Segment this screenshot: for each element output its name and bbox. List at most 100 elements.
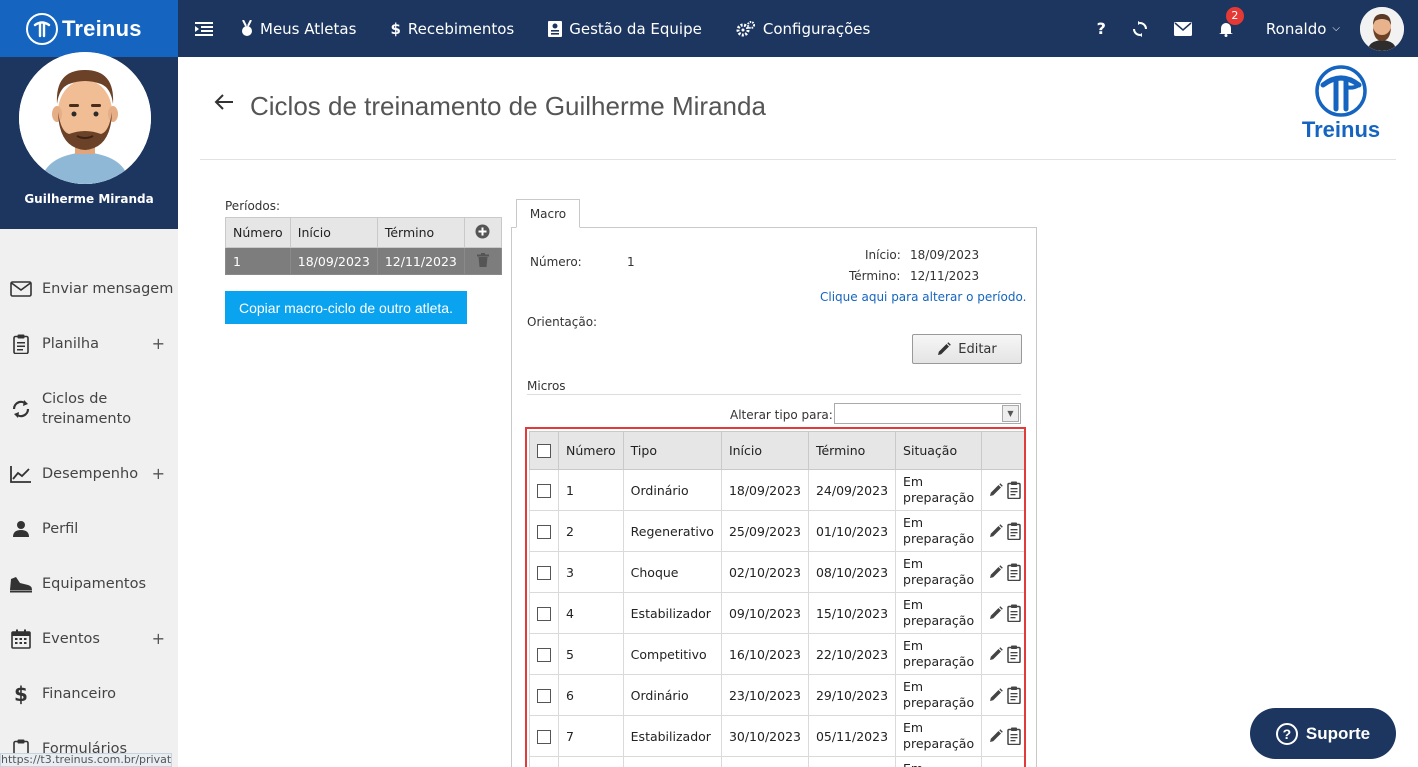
row-checkbox[interactable]: [537, 483, 551, 498]
cell-numero: 3: [558, 551, 624, 593]
cell-situacao: Em preparação: [895, 674, 983, 716]
termino-value: 12/11/2023: [910, 269, 980, 283]
copy-macro-button[interactable]: Copiar macro-ciclo de outro atleta.: [225, 291, 467, 324]
expand-plus-icon[interactable]: +: [152, 629, 165, 648]
table-row[interactable]: 1 Ordinário 18/09/2023 24/09/2023 Em prep…: [529, 469, 1024, 511]
nav-configuracoes[interactable]: Configurações: [736, 0, 870, 57]
pencil-icon[interactable]: [989, 647, 1003, 661]
change-period-link[interactable]: Clique aqui para alterar o período.: [820, 290, 1026, 304]
nav-meus-atletas[interactable]: Meus Atletas: [241, 0, 356, 57]
clipboard-icon[interactable]: [1007, 563, 1021, 581]
treinus-logo-icon: [26, 12, 58, 45]
cell-tipo: Competitivo: [622, 633, 722, 675]
select-all-checkbox[interactable]: [537, 444, 551, 459]
cell-termino: 29/10/2023: [807, 674, 897, 716]
cell-termino: 01/10/2023: [807, 510, 897, 552]
pencil-icon[interactable]: [989, 606, 1003, 620]
sidebar-item-label: Ciclos de treinamento: [42, 390, 132, 427]
clipboard-icon[interactable]: [1007, 686, 1021, 704]
delete-period-button[interactable]: [463, 247, 503, 275]
clipboard-icon[interactable]: [1007, 645, 1021, 663]
table-row[interactable]: 7 Estabilizador 30/10/2023 05/11/2023 Em…: [529, 715, 1024, 757]
row-checkbox[interactable]: [537, 606, 551, 621]
cell-tipo: Estabilizador: [622, 715, 722, 757]
period-row[interactable]: 1 18/09/2023 12/11/2023: [225, 247, 503, 275]
cell-termino: 15/10/2023: [807, 592, 897, 634]
cell-actions: [981, 674, 1024, 716]
periods-table: Número Início Término 1 18/09/2023 12/11…: [225, 217, 503, 275]
clipboard-icon[interactable]: [1007, 522, 1021, 540]
table-row[interactable]: Em: [529, 756, 1024, 767]
nav-recebimentos[interactable]: $ Recebimentos: [390, 0, 514, 57]
situacao-line1: Em: [903, 556, 924, 571]
cell-inicio: 02/10/2023: [720, 551, 809, 593]
tab-macro[interactable]: Macro: [516, 199, 580, 228]
user-menu[interactable]: Ronaldo ⌵: [1266, 20, 1340, 38]
sidebar-item-label: Equipamentos: [42, 575, 147, 592]
athlete-profile: Guilherme Miranda: [0, 52, 178, 229]
clipboard-icon: [9, 334, 33, 354]
help-icon[interactable]: ?: [1097, 19, 1106, 38]
sidebar-item-perfil[interactable]: Perfil: [0, 501, 178, 556]
table-row[interactable]: 5 Competitivo 16/10/2023 22/10/2023 Em pr…: [529, 633, 1024, 675]
cell-actions: [981, 469, 1024, 511]
situacao-line2: preparação: [903, 490, 975, 505]
col-inicio: Início: [289, 217, 378, 248]
sidebar-item-equipamentos[interactable]: Equipamentos: [0, 556, 178, 611]
support-button[interactable]: ? Suporte: [1250, 708, 1396, 759]
sidebar-item-financeiro[interactable]: $ Financeiro: [0, 666, 178, 721]
user-avatar[interactable]: [1360, 6, 1404, 51]
sidebar-item-desempenho[interactable]: Desempenho +: [0, 446, 178, 501]
back-arrow-icon[interactable]: [214, 93, 234, 115]
row-checkbox[interactable]: [537, 565, 551, 580]
cell-actions: [981, 633, 1024, 675]
row-checkbox-cell: [529, 592, 559, 634]
pencil-icon[interactable]: [989, 688, 1003, 702]
notifications-bell-icon[interactable]: 2: [1218, 6, 1244, 37]
alterar-tipo-label: Alterar tipo para:: [730, 408, 833, 422]
row-checkbox[interactable]: [537, 524, 551, 539]
cell-situacao: Em preparação: [895, 592, 983, 634]
pencil-icon[interactable]: [989, 483, 1003, 497]
edit-button[interactable]: Editar: [912, 334, 1022, 364]
cell-tipo: Ordinário: [622, 469, 722, 511]
table-row[interactable]: 3 Choque 02/10/2023 08/10/2023 Em prepara…: [529, 551, 1024, 593]
clipboard-icon[interactable]: [1007, 727, 1021, 745]
sidebar-item-eventos[interactable]: Eventos +: [0, 611, 178, 666]
table-row[interactable]: 6 Ordinário 23/10/2023 29/10/2023 Em prep…: [529, 674, 1024, 716]
pencil-icon[interactable]: [989, 524, 1003, 538]
termino-label: Término:: [849, 269, 901, 283]
table-row[interactable]: 4 Estabilizador 09/10/2023 15/10/2023 Em…: [529, 592, 1024, 634]
col-numero: Número: [225, 217, 291, 248]
pencil-icon[interactable]: [989, 729, 1003, 743]
clipboard-icon[interactable]: [1007, 481, 1021, 499]
sidebar-item-planilha[interactable]: Planilha +: [0, 316, 178, 371]
expand-plus-icon[interactable]: +: [152, 464, 165, 483]
user-name: Ronaldo: [1265, 19, 1327, 38]
athlete-avatar[interactable]: [19, 52, 151, 184]
envelope-icon: [9, 280, 33, 297]
sync-icon[interactable]: [1132, 20, 1148, 37]
clipboard-icon[interactable]: [1007, 604, 1021, 622]
cell-termino: 24/09/2023: [807, 469, 897, 511]
expand-plus-icon[interactable]: +: [152, 334, 165, 353]
mail-icon[interactable]: [1173, 21, 1192, 36]
row-checkbox[interactable]: [537, 688, 551, 703]
row-checkbox[interactable]: [537, 729, 551, 744]
add-period-button[interactable]: [463, 217, 503, 248]
calendar-icon: [9, 629, 33, 649]
sidebar-item-ciclos-treinamento[interactable]: Ciclos de treinamento: [0, 371, 178, 446]
sidebar: Guilherme Miranda Enviar mensagem Planil…: [0, 52, 178, 767]
cell-termino: [807, 756, 897, 767]
alterar-tipo-select[interactable]: ▼: [834, 403, 1021, 424]
brand-logo[interactable]: Treinus: [0, 0, 178, 57]
pencil-icon[interactable]: [989, 565, 1003, 579]
menu-toggle-icon[interactable]: [195, 21, 213, 37]
row-checkbox[interactable]: [537, 647, 551, 662]
corner-logo-name: Treinus: [1301, 117, 1381, 142]
nav-gestao-equipe[interactable]: Gestão da Equipe: [548, 0, 702, 57]
cell-tipo: Ordinário: [622, 674, 722, 716]
table-row[interactable]: 2 Regenerativo 25/09/2023 01/10/2023 Em p…: [529, 510, 1024, 552]
col-termino: Término: [807, 431, 897, 470]
sidebar-item-enviar-mensagem[interactable]: Enviar mensagem: [0, 261, 178, 316]
